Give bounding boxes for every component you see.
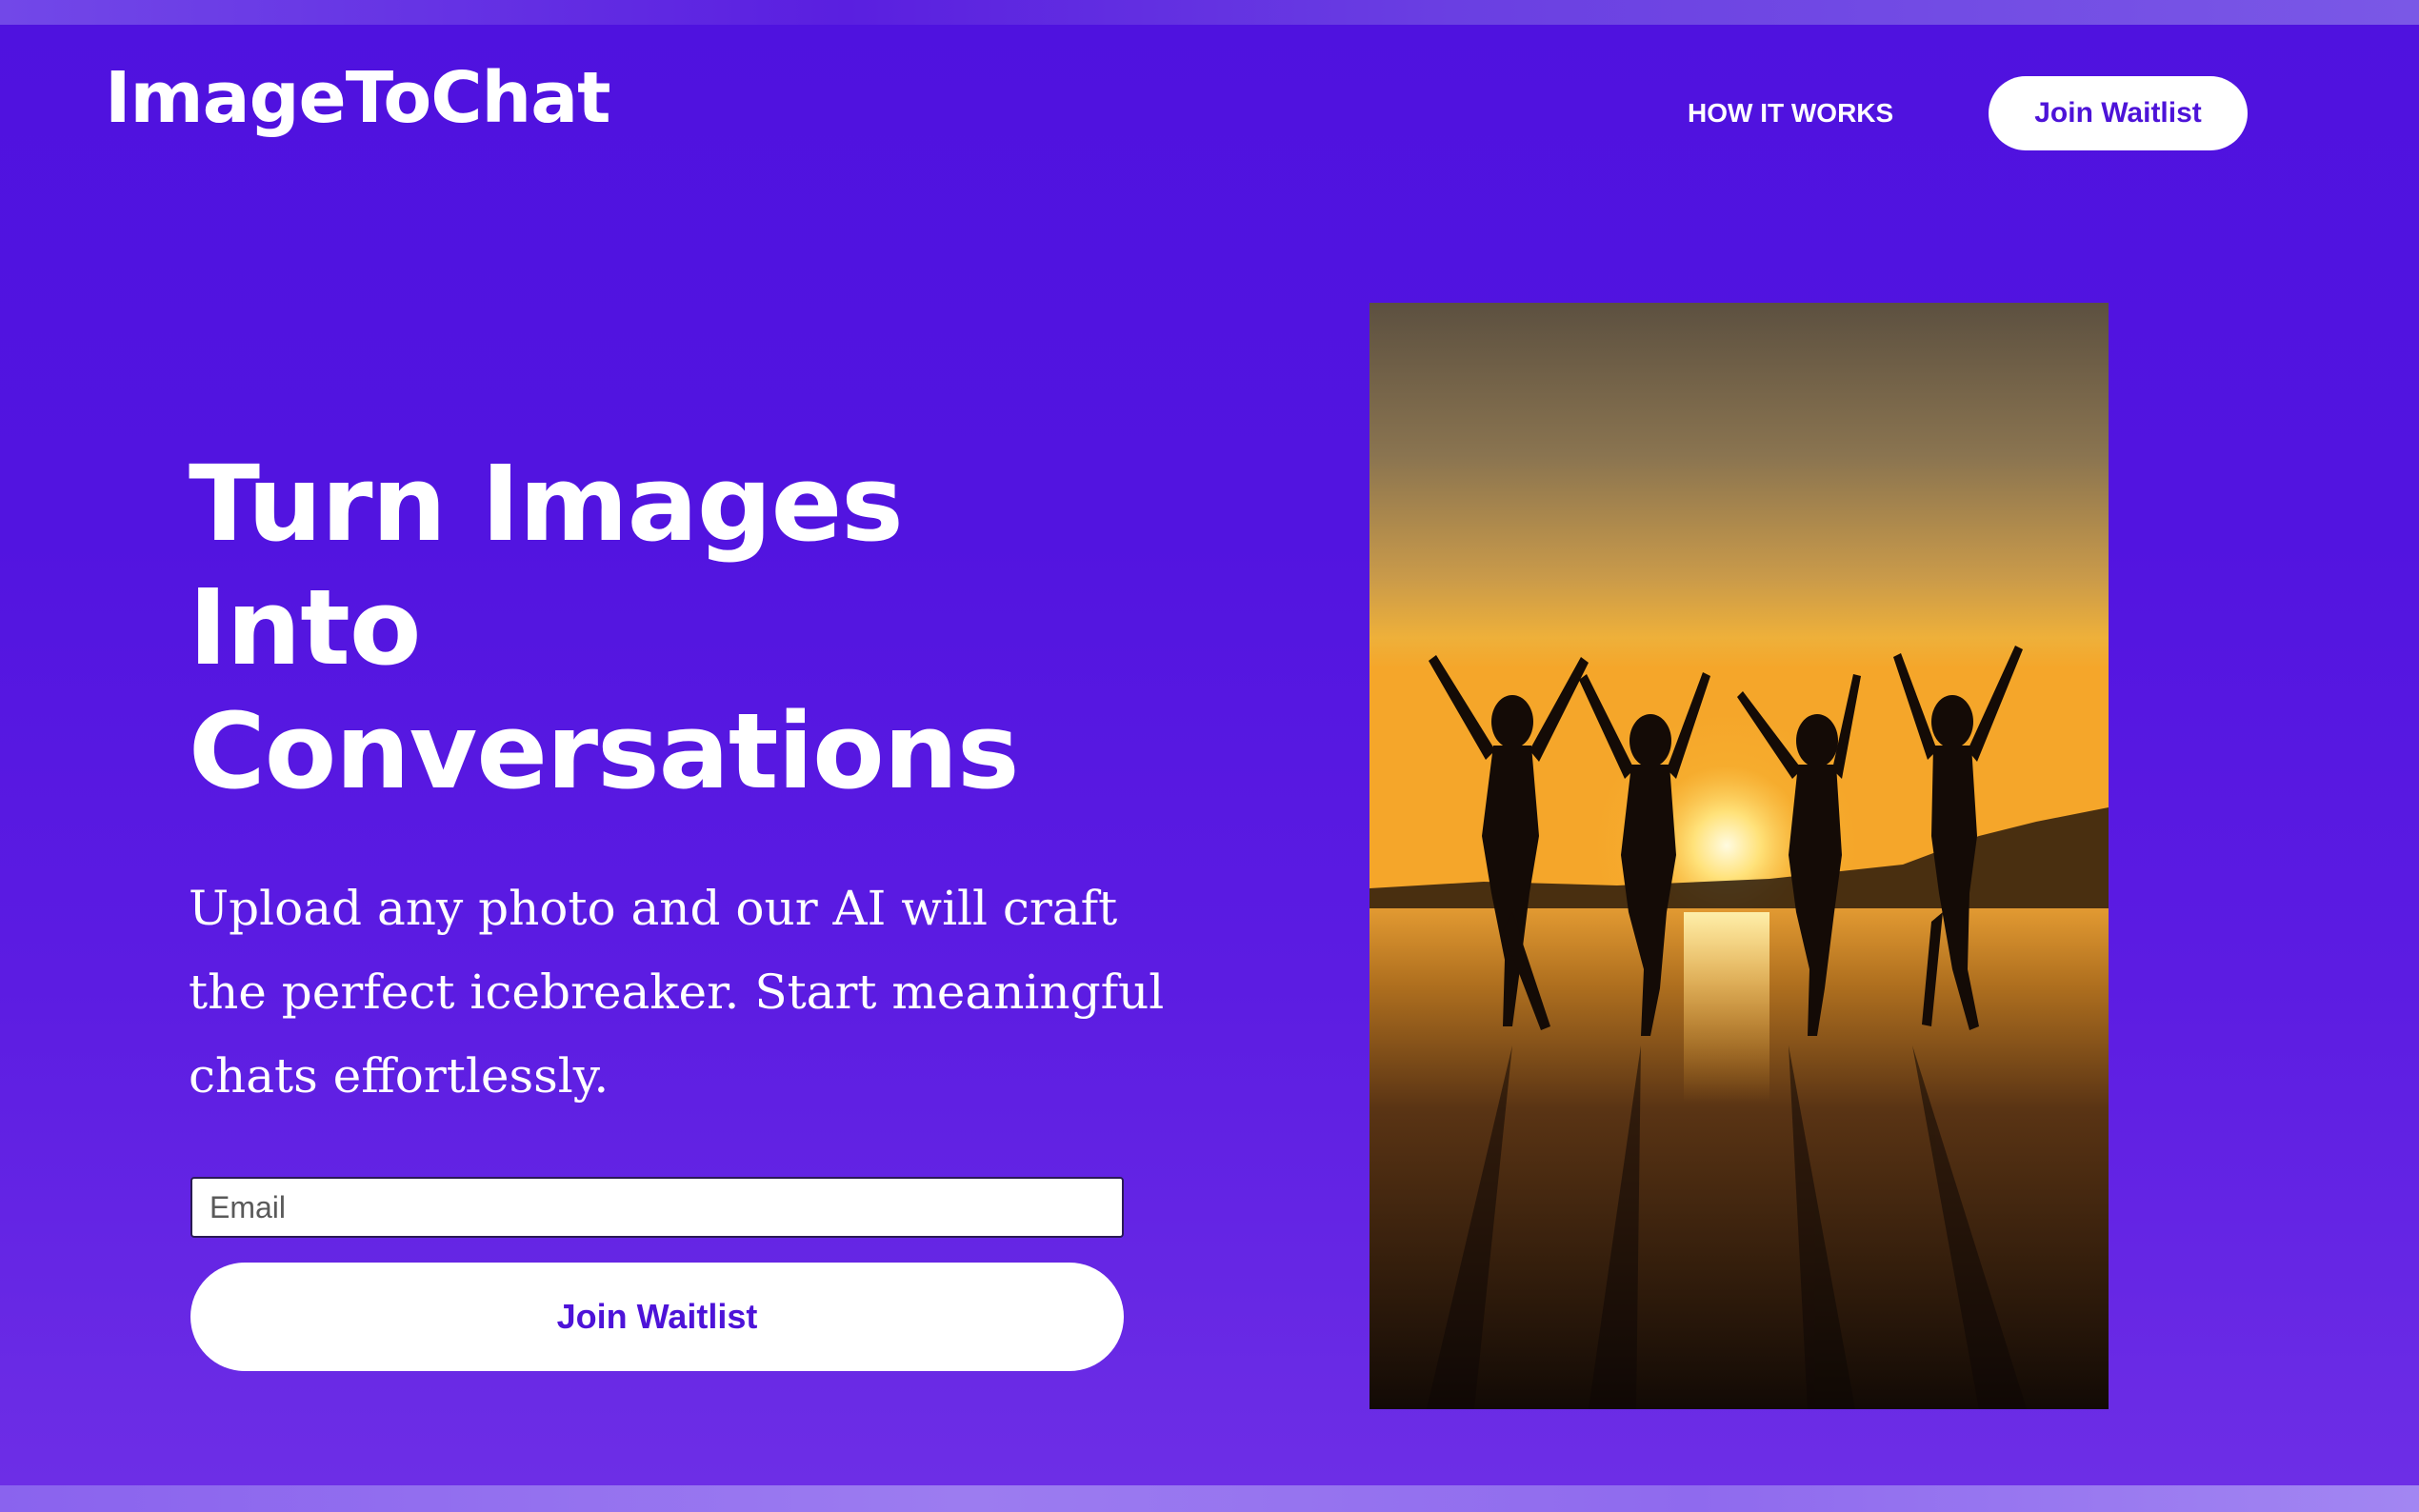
- beach-sunset-image: [1369, 303, 2109, 1409]
- hero-headline-line: Turn Images: [189, 443, 904, 565]
- join-waitlist-button[interactable]: Join Waitlist: [190, 1263, 1124, 1371]
- hero-headline-line: Into: [189, 567, 421, 688]
- hero-headline: Turn Images Into Conversations: [189, 442, 1189, 813]
- hero-image: [1369, 303, 2109, 1409]
- logo[interactable]: ImageToChat: [105, 63, 611, 133]
- nav-join-waitlist-button[interactable]: Join Waitlist: [1989, 76, 2248, 150]
- top-gradient-strip: [0, 0, 2419, 25]
- hero-subtext: Upload any photo and our AI will craft t…: [189, 866, 1165, 1118]
- hero-subtext-line: chats effortlessly.: [189, 1048, 610, 1104]
- email-input[interactable]: [190, 1177, 1124, 1238]
- hero-subtext-line: Upload any photo and our AI will craft: [189, 881, 1118, 936]
- hero-headline-line: Conversations: [189, 690, 1020, 812]
- bottom-gradient-strip: [0, 1485, 2419, 1512]
- hero-subtext-line: the perfect icebreaker. Start meaningful: [189, 965, 1165, 1020]
- nav-link-how-it-works[interactable]: HOW IT WORKS: [1688, 95, 1893, 131]
